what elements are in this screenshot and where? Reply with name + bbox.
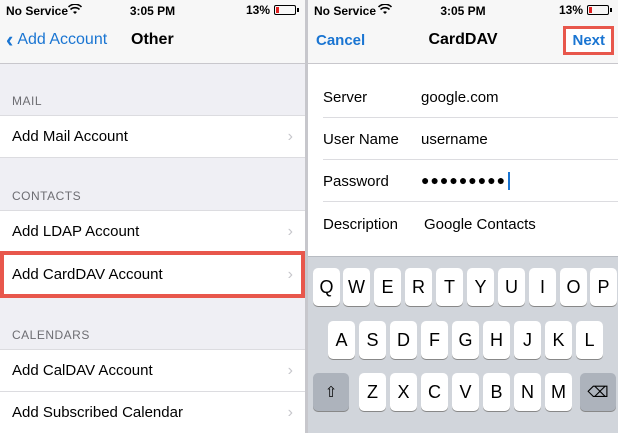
key-q[interactable]: Q (313, 268, 340, 306)
chevron-right-icon: › (287, 222, 293, 240)
add-ldap-account-item[interactable]: Add LDAP Account › (0, 210, 305, 253)
key-e[interactable]: E (374, 268, 401, 306)
add-caldav-account-item[interactable]: Add CalDAV Account › (0, 349, 305, 392)
key-d[interactable]: D (390, 321, 417, 359)
key-o[interactable]: O (560, 268, 587, 306)
back-button[interactable]: ‹ Add Account (6, 27, 108, 52)
section-header-calendars: CALENDARS (12, 328, 90, 342)
page-title: Other (131, 31, 174, 48)
key-w[interactable]: W (343, 268, 370, 306)
nav-bar: Cancel CardDAV Next (308, 20, 618, 64)
status-bar: No Service 3:05 PM 13% (308, 0, 618, 20)
back-label: Add Account (17, 31, 108, 48)
battery-icon (274, 5, 296, 15)
username-input[interactable]: username (421, 131, 488, 148)
left-screen: No Service 3:05 PM 13% ‹ Add Account Oth… (0, 0, 305, 433)
battery-indicator: 13% (559, 3, 612, 17)
list-item-label: Add Subscribed Calendar (12, 404, 183, 421)
key-g[interactable]: G (452, 321, 479, 359)
shift-key[interactable]: ⇧ (313, 373, 349, 411)
key-x[interactable]: X (390, 373, 417, 411)
key-z[interactable]: Z (359, 373, 386, 411)
key-k[interactable]: K (545, 321, 572, 359)
key-u[interactable]: U (498, 268, 525, 306)
key-i[interactable]: I (529, 268, 556, 306)
key-y[interactable]: Y (467, 268, 494, 306)
password-input[interactable]: ●●●●●●●●● (421, 172, 506, 188)
description-input[interactable]: Google Contacts (424, 216, 536, 233)
password-field[interactable]: Password ●●●●●●●●● (308, 160, 618, 202)
battery-indicator: 13% (246, 3, 299, 17)
key-v[interactable]: V (452, 373, 479, 411)
server-input[interactable]: google.com (421, 89, 499, 106)
chevron-right-icon: › (287, 265, 293, 283)
status-bar: No Service 3:05 PM 13% (0, 0, 305, 20)
username-field[interactable]: User Name username (308, 118, 618, 160)
password-input-wrap[interactable]: ●●●●●●●●● (421, 172, 511, 191)
text-caret (508, 172, 511, 191)
battery-icon (587, 5, 609, 15)
username-label: User Name (323, 130, 399, 148)
right-screen: No Service 3:05 PM 13% Cancel CardDAV Ne… (308, 0, 618, 433)
key-f[interactable]: F (421, 321, 448, 359)
nav-bar: ‹ Add Account Other (0, 20, 305, 64)
backspace-icon: ⌫ (587, 384, 609, 401)
shift-icon: ⇧ (324, 384, 338, 401)
next-button[interactable]: Next (563, 26, 614, 55)
keyboard: Q W E R T Y U I O P A S D F G H J K L ⇧ … (308, 256, 618, 433)
section-header-mail: MAIL (12, 94, 43, 108)
key-s[interactable]: S (359, 321, 386, 359)
chevron-right-icon: › (287, 403, 293, 421)
key-b[interactable]: B (483, 373, 510, 411)
server-label: Server (323, 88, 368, 106)
key-n[interactable]: N (514, 373, 541, 411)
key-a[interactable]: A (328, 321, 355, 359)
add-mail-account-item[interactable]: Add Mail Account › (0, 115, 305, 158)
key-j[interactable]: J (514, 321, 541, 359)
server-field[interactable]: Server google.com (308, 76, 618, 118)
description-label: Description (323, 215, 399, 233)
section-header-contacts: CONTACTS (12, 189, 82, 203)
chevron-left-icon: ‹ (6, 27, 14, 52)
list-item-label: Add Mail Account (12, 128, 128, 145)
add-carddav-account-item[interactable]: Add CardDAV Account › (0, 251, 305, 298)
chevron-right-icon: › (287, 361, 293, 379)
key-l[interactable]: L (576, 321, 603, 359)
password-label: Password (323, 172, 389, 190)
key-m[interactable]: M (545, 373, 572, 411)
key-h[interactable]: H (483, 321, 510, 359)
key-p[interactable]: P (590, 268, 617, 306)
key-c[interactable]: C (421, 373, 448, 411)
chevron-right-icon: › (287, 127, 293, 145)
key-t[interactable]: T (436, 268, 463, 306)
list-item-label: Add CardDAV Account (12, 266, 163, 283)
description-field[interactable]: Description Google Contacts (308, 203, 618, 245)
battery-percent: 13% (558, 3, 583, 17)
key-r[interactable]: R (405, 268, 432, 306)
list-item-label: Add LDAP Account (12, 223, 140, 240)
battery-percent: 13% (245, 3, 270, 17)
list-item-label: Add CalDAV Account (12, 362, 153, 379)
add-subscribed-calendar-item[interactable]: Add Subscribed Calendar › (0, 391, 305, 433)
backspace-key[interactable]: ⌫ (580, 373, 616, 411)
